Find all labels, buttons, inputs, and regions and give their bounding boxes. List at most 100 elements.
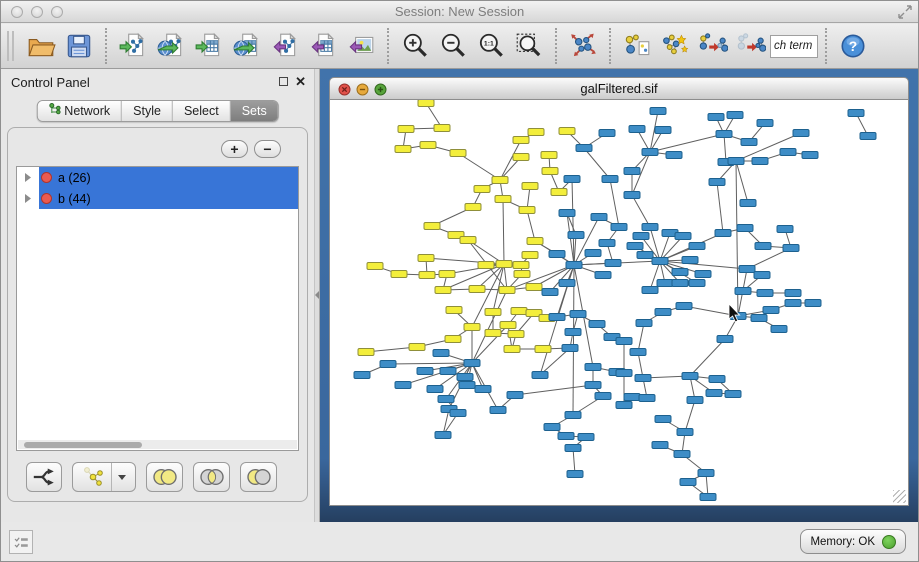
graph-node[interactable] xyxy=(469,286,485,293)
graph-edge[interactable] xyxy=(685,400,695,432)
graph-edge[interactable] xyxy=(690,339,725,376)
graph-node[interactable] xyxy=(567,471,583,478)
graph-node[interactable] xyxy=(708,114,724,121)
graph-node[interactable] xyxy=(739,266,755,273)
graph-edge[interactable] xyxy=(736,133,801,161)
graph-node[interactable] xyxy=(562,345,578,352)
zoom-selected-region-icon[interactable] xyxy=(510,27,548,65)
graph-node[interactable] xyxy=(652,442,668,449)
apply-preferred-layout-icon[interactable] xyxy=(564,27,602,65)
graph-node[interactable] xyxy=(682,257,698,264)
search-input[interactable] xyxy=(770,35,818,58)
tab-sets[interactable]: Sets xyxy=(231,101,278,121)
graph-edge[interactable] xyxy=(610,179,619,227)
graph-node[interactable] xyxy=(616,338,632,345)
graph-node[interactable] xyxy=(717,336,733,343)
graph-node[interactable] xyxy=(689,280,705,287)
graph-node[interactable] xyxy=(490,407,506,414)
graph-node[interactable] xyxy=(492,177,508,184)
horizontal-scrollbar[interactable] xyxy=(18,440,297,449)
graph-node[interactable] xyxy=(485,309,501,316)
show-all-icon[interactable] xyxy=(732,27,770,65)
graph-node[interactable] xyxy=(595,272,611,279)
graph-node[interactable] xyxy=(528,129,544,136)
graph-node[interactable] xyxy=(674,451,690,458)
create-set-from-network-button[interactable] xyxy=(72,462,136,492)
network-canvas[interactable] xyxy=(330,100,908,506)
graph-node[interactable] xyxy=(549,314,565,321)
toolbar-drag-handle[interactable] xyxy=(7,31,14,61)
graph-node[interactable] xyxy=(633,233,649,240)
graph-node[interactable] xyxy=(585,364,601,371)
graph-edge[interactable] xyxy=(724,134,726,162)
graph-node[interactable] xyxy=(777,226,793,233)
graph-node[interactable] xyxy=(666,152,682,159)
graph-node[interactable] xyxy=(728,158,744,165)
graph-node[interactable] xyxy=(459,382,475,389)
zoom-out-icon[interactable] xyxy=(434,27,472,65)
import-network-web-icon[interactable] xyxy=(152,27,190,65)
set-dropdown-button[interactable] xyxy=(111,463,131,491)
graph-node[interactable] xyxy=(706,390,722,397)
graph-node[interactable] xyxy=(650,108,666,115)
tab-network[interactable]: Network xyxy=(37,101,122,121)
graph-node[interactable] xyxy=(605,260,621,267)
graph-node[interactable] xyxy=(439,271,455,278)
graph-edge[interactable] xyxy=(573,265,574,415)
difference-sets-button[interactable] xyxy=(240,462,277,492)
graph-node[interactable] xyxy=(398,126,414,133)
graph-node[interactable] xyxy=(514,271,530,278)
help-icon[interactable]: ? xyxy=(834,27,872,65)
graph-node[interactable] xyxy=(630,349,646,356)
graph-node[interactable] xyxy=(435,287,451,294)
graph-node[interactable] xyxy=(499,287,515,294)
graph-node[interactable] xyxy=(418,255,434,262)
graph-node[interactable] xyxy=(848,110,864,117)
save-session-icon[interactable] xyxy=(60,27,98,65)
graph-node[interactable] xyxy=(522,252,538,259)
graph-node[interactable] xyxy=(478,262,494,269)
graph-node[interactable] xyxy=(513,262,529,269)
graph-node[interactable] xyxy=(565,412,581,419)
graph-node[interactable] xyxy=(741,139,757,146)
graph-node[interactable] xyxy=(576,145,592,152)
graph-edge[interactable] xyxy=(736,161,748,203)
graph-node[interactable] xyxy=(793,130,809,137)
graph-node[interactable] xyxy=(783,245,799,252)
sets-list[interactable]: a (26)b (44) xyxy=(16,166,299,451)
export-image-icon[interactable] xyxy=(342,27,380,65)
graph-edge[interactable] xyxy=(717,182,723,233)
graph-node[interactable] xyxy=(771,326,787,333)
graph-node[interactable] xyxy=(558,433,574,440)
graph-edge[interactable] xyxy=(574,217,599,265)
graph-node[interactable] xyxy=(716,131,732,138)
graph-node[interactable] xyxy=(457,374,473,381)
graph-node[interactable] xyxy=(611,224,627,231)
graph-node[interactable] xyxy=(559,128,575,135)
graph-edge[interactable] xyxy=(638,323,644,352)
graph-node[interactable] xyxy=(635,375,651,382)
graph-node[interactable] xyxy=(636,320,652,327)
graph-node[interactable] xyxy=(595,393,611,400)
graph-node[interactable] xyxy=(566,262,582,269)
graph-node[interactable] xyxy=(419,272,435,279)
graph-node[interactable] xyxy=(639,395,655,402)
graph-node[interactable] xyxy=(445,336,461,343)
graph-node[interactable] xyxy=(395,382,411,389)
graph-node[interactable] xyxy=(559,280,575,287)
hide-selected-icon[interactable] xyxy=(694,27,732,65)
graph-node[interactable] xyxy=(757,120,773,127)
union-sets-button[interactable] xyxy=(146,462,183,492)
close-panel-icon[interactable]: ✕ xyxy=(295,75,306,88)
graph-node[interactable] xyxy=(627,243,643,250)
graph-node[interactable] xyxy=(687,397,703,404)
expand-arrow-icon[interactable] xyxy=(17,173,39,182)
frame-resize-grip[interactable] xyxy=(893,490,906,503)
graph-node[interactable] xyxy=(589,321,605,328)
graph-node[interactable] xyxy=(751,315,767,322)
graph-node[interactable] xyxy=(544,424,560,431)
graph-edge[interactable] xyxy=(527,210,535,241)
graph-node[interactable] xyxy=(624,192,640,199)
open-session-icon[interactable] xyxy=(22,27,60,65)
graph-node[interactable] xyxy=(802,152,818,159)
